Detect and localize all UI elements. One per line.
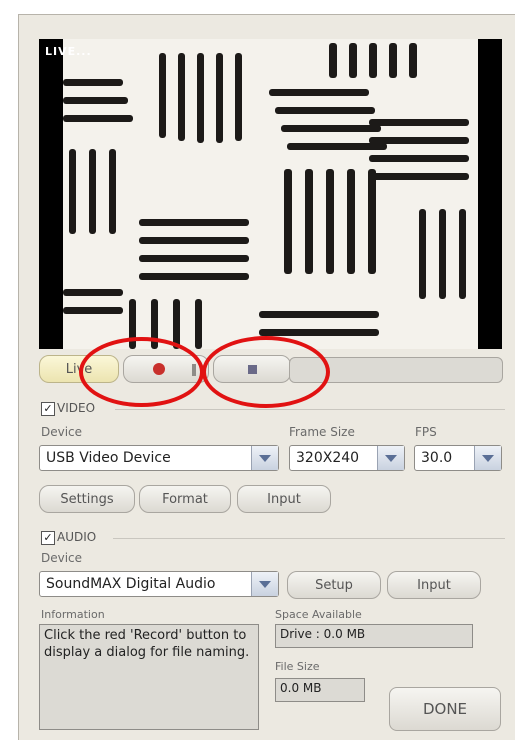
stop-square-icon	[247, 364, 257, 374]
test-pattern-image	[63, 39, 478, 349]
video-input-button[interactable]: Input	[237, 485, 331, 513]
setup-button-label: Setup	[315, 577, 353, 593]
live-button-label: Live	[65, 361, 93, 377]
video-preview: LIVE...	[39, 39, 502, 349]
chevron-down-icon[interactable]	[251, 572, 278, 596]
status-field	[289, 357, 503, 383]
live-badge: LIVE...	[45, 45, 92, 58]
file-size-value: 0.0 MB	[280, 681, 322, 695]
video-section-label: VIDEO	[57, 401, 96, 415]
done-button-label: DONE	[422, 700, 468, 718]
settings-button[interactable]: Settings	[39, 485, 135, 513]
video-input-button-label: Input	[267, 491, 301, 507]
video-checkbox[interactable]: ✓	[41, 402, 55, 416]
setup-button[interactable]: Setup	[287, 571, 381, 599]
play-marker-icon	[192, 364, 196, 376]
frame-size-select[interactable]: 320X240	[289, 445, 405, 471]
video-device-label: Device	[41, 425, 83, 439]
live-button[interactable]: Live	[39, 355, 119, 383]
record-button[interactable]	[123, 355, 209, 383]
audio-device-label: Device	[41, 551, 83, 565]
information-label: Information	[41, 608, 105, 621]
format-button[interactable]: Format	[139, 485, 231, 513]
done-button[interactable]: DONE	[389, 687, 501, 731]
frame-size-value: 320X240	[296, 450, 360, 466]
capture-window: LIVE... Live ✓ VIDEO Device Frame Size F…	[18, 14, 515, 740]
audio-checkbox[interactable]: ✓	[41, 531, 55, 545]
audio-device-value: SoundMAX Digital Audio	[46, 576, 216, 592]
audio-divider	[113, 538, 505, 539]
format-button-label: Format	[162, 491, 208, 507]
chevron-down-icon[interactable]	[474, 446, 501, 470]
information-text: Click the red 'Record' button to display…	[44, 628, 250, 660]
fps-select[interactable]: 30.0	[414, 445, 502, 471]
video-divider	[115, 409, 505, 410]
audio-device-select[interactable]: SoundMAX Digital Audio	[39, 571, 279, 597]
record-dot-icon	[153, 363, 165, 375]
space-available-field: Drive : 0.0 MB	[275, 624, 473, 648]
video-device-value: USB Video Device	[46, 450, 171, 466]
audio-section-label: AUDIO	[57, 530, 97, 544]
frame-size-label: Frame Size	[289, 425, 355, 439]
file-size-label: File Size	[275, 660, 320, 673]
settings-button-label: Settings	[60, 491, 114, 507]
space-available-label: Space Available	[275, 608, 362, 621]
video-device-select[interactable]: USB Video Device	[39, 445, 279, 471]
chevron-down-icon[interactable]	[251, 446, 278, 470]
file-size-field: 0.0 MB	[275, 678, 365, 702]
audio-input-button[interactable]: Input	[387, 571, 481, 599]
information-box: Click the red 'Record' button to display…	[39, 624, 259, 730]
space-available-value: Drive : 0.0 MB	[280, 627, 366, 641]
chevron-down-icon[interactable]	[377, 446, 404, 470]
fps-value: 30.0	[421, 450, 453, 466]
audio-input-button-label: Input	[417, 577, 451, 593]
stop-button[interactable]	[213, 355, 291, 383]
fps-label: FPS	[415, 425, 437, 439]
